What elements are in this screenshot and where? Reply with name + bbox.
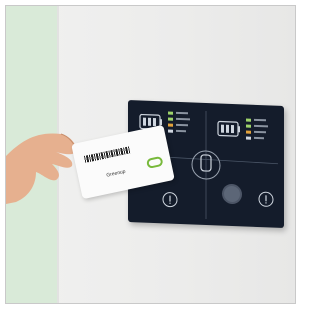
card-barcode bbox=[83, 146, 131, 163]
product-photo: Greenup bbox=[5, 5, 296, 304]
status-leds-right bbox=[246, 118, 268, 140]
stop-button bbox=[222, 183, 242, 205]
info-icon-left bbox=[162, 192, 178, 208]
card-logo-icon bbox=[145, 155, 164, 169]
image-frame: Greenup bbox=[0, 0, 302, 309]
info-icon-right bbox=[258, 191, 274, 207]
status-leds-left bbox=[168, 111, 190, 133]
card-label: Greenup bbox=[105, 168, 127, 179]
battery-icon-right bbox=[217, 120, 240, 137]
